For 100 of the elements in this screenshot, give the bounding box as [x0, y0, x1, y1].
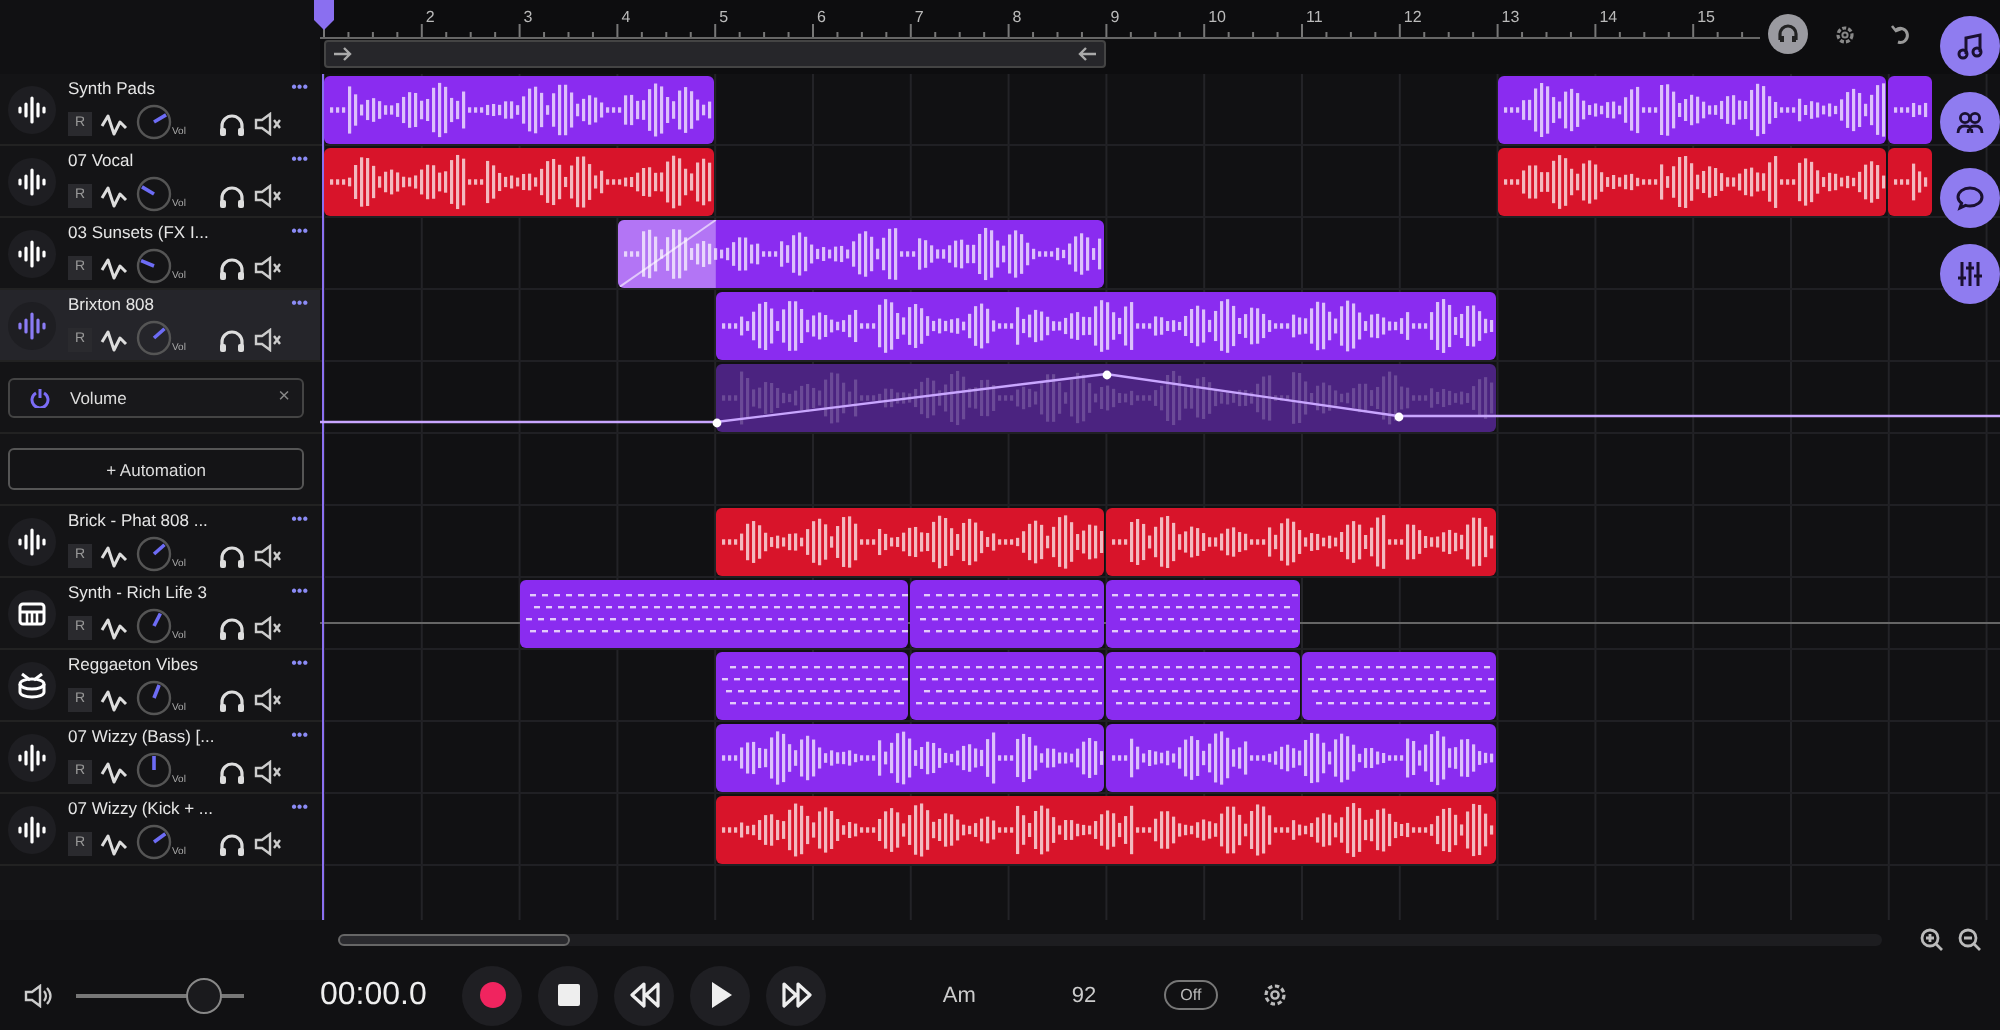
envelope-icon[interactable] — [100, 685, 128, 713]
headphones-icon[interactable] — [217, 759, 246, 783]
midi-clip[interactable] — [910, 652, 1105, 720]
knob-pointer[interactable] — [141, 185, 155, 196]
zoom-in-icon[interactable] — [1920, 928, 1944, 952]
volume-knob[interactable] — [136, 176, 174, 214]
slider-thumb[interactable] — [185, 977, 222, 1013]
midi-clip[interactable] — [519, 580, 909, 648]
track-name: Brick - Phat 808 ... — [68, 510, 208, 530]
power-icon[interactable] — [30, 387, 50, 407]
more-button[interactable]: ••• — [291, 150, 308, 170]
audio-clip[interactable] — [1888, 76, 1933, 144]
volume-knob[interactable] — [136, 536, 174, 574]
add-automation-button[interactable]: + Automation — [8, 448, 304, 490]
automation-point[interactable] — [711, 417, 721, 427]
track-name: 07 Vocal — [68, 150, 134, 170]
zoom-out-icon[interactable] — [1958, 928, 1982, 952]
volume-knob[interactable] — [136, 680, 174, 718]
automation-point[interactable] — [1101, 369, 1111, 379]
more-button[interactable]: ••• — [291, 294, 308, 314]
headphones-icon[interactable] — [217, 183, 246, 207]
fade-in-region[interactable] — [617, 220, 716, 288]
stop-button[interactable] — [538, 965, 599, 1025]
close-button[interactable]: × — [278, 386, 290, 408]
envelope-icon[interactable] — [100, 181, 128, 209]
envelope-icon[interactable] — [100, 541, 128, 569]
key-signature[interactable]: Am — [942, 983, 976, 1007]
timeline-ruler[interactable]: 2 3 4 5 6 7 8 9 10 11 12 13 14 15 — [320, 0, 2000, 74]
mute-icon[interactable] — [253, 255, 282, 279]
volume-slider[interactable] — [76, 977, 244, 1013]
volume-knob[interactable] — [136, 248, 174, 286]
more-button[interactable]: ••• — [291, 798, 308, 818]
more-button[interactable]: ••• — [291, 726, 308, 746]
more-button[interactable]: ••• — [291, 222, 308, 242]
volume-knob[interactable] — [136, 608, 174, 646]
fast-forward-button[interactable] — [766, 965, 827, 1025]
volume-knob[interactable] — [136, 320, 174, 358]
monitor-button[interactable] — [1768, 14, 1808, 54]
mute-icon[interactable] — [253, 759, 282, 783]
headphones-icon[interactable] — [217, 543, 246, 567]
speaker-icon[interactable] — [24, 983, 52, 1007]
knob-pointer[interactable] — [152, 612, 162, 627]
mute-icon[interactable] — [253, 327, 282, 351]
knob-pointer[interactable] — [140, 259, 155, 268]
headphones-icon[interactable] — [217, 831, 246, 855]
metronome-toggle[interactable]: Off — [1164, 980, 1218, 1010]
envelope-icon[interactable] — [100, 109, 128, 137]
envelope-icon[interactable] — [100, 829, 128, 857]
settings-button[interactable] — [1261, 982, 1288, 1008]
knob-pointer[interactable] — [153, 113, 167, 124]
mute-icon[interactable] — [253, 111, 282, 135]
track-name: 07 Wizzy (Kick + ... — [68, 798, 213, 818]
envelope-icon[interactable] — [100, 613, 128, 641]
rewind-button[interactable] — [614, 965, 675, 1025]
automation-lane-header[interactable]: Volume × — [8, 377, 304, 417]
mute-icon[interactable] — [253, 831, 282, 855]
bar-number: 11 — [1306, 8, 1323, 28]
volume-knob[interactable] — [136, 824, 174, 862]
knob-pointer[interactable] — [152, 684, 161, 699]
knob-pointer[interactable] — [152, 543, 166, 556]
headphones-icon[interactable] — [217, 111, 246, 135]
more-button[interactable]: ••• — [291, 78, 308, 98]
tempo-value[interactable]: 92 — [1071, 983, 1097, 1007]
mute-icon[interactable] — [253, 543, 282, 567]
mute-icon[interactable] — [253, 687, 282, 711]
playhead-marker[interactable] — [312, 0, 336, 32]
chat-button[interactable] — [1940, 168, 2000, 228]
horizontal-scrollbar[interactable] — [338, 934, 1882, 946]
scrollbar-thumb[interactable] — [338, 934, 570, 946]
headphones-icon[interactable] — [217, 255, 246, 279]
headphones-icon[interactable] — [217, 327, 246, 351]
headphones-icon[interactable] — [217, 615, 246, 639]
mute-icon[interactable] — [253, 183, 282, 207]
volume-knob[interactable] — [136, 104, 174, 142]
automation-point[interactable] — [1393, 411, 1403, 421]
settings-icon — [1833, 23, 1855, 45]
people-button[interactable] — [1940, 92, 2000, 152]
envelope-icon[interactable] — [100, 757, 128, 785]
record-button[interactable] — [462, 965, 523, 1025]
headphones-icon[interactable] — [217, 687, 246, 711]
midi-clip[interactable] — [1106, 652, 1300, 720]
envelope-icon[interactable] — [100, 253, 128, 281]
midi-clip[interactable] — [1302, 652, 1496, 720]
audio-clip[interactable] — [1888, 148, 1933, 216]
arrow-right-icon — [332, 46, 352, 62]
midi-clip[interactable] — [910, 580, 1105, 648]
more-button[interactable]: ••• — [291, 510, 308, 530]
bar-number: 2 — [425, 8, 435, 28]
mute-icon[interactable] — [253, 615, 282, 639]
more-button[interactable]: ••• — [291, 654, 308, 674]
mixer-button[interactable] — [1940, 244, 2000, 304]
midi-clip[interactable] — [715, 652, 909, 720]
more-button[interactable]: ••• — [291, 582, 308, 602]
midi-clip[interactable] — [1106, 580, 1300, 648]
envelope-icon[interactable] — [100, 325, 128, 353]
knob-pointer[interactable] — [152, 832, 167, 844]
volume-knob[interactable] — [136, 752, 174, 790]
play-button[interactable] — [690, 965, 751, 1025]
bar-number: 8 — [1012, 8, 1022, 28]
knob-pointer[interactable] — [152, 327, 166, 340]
